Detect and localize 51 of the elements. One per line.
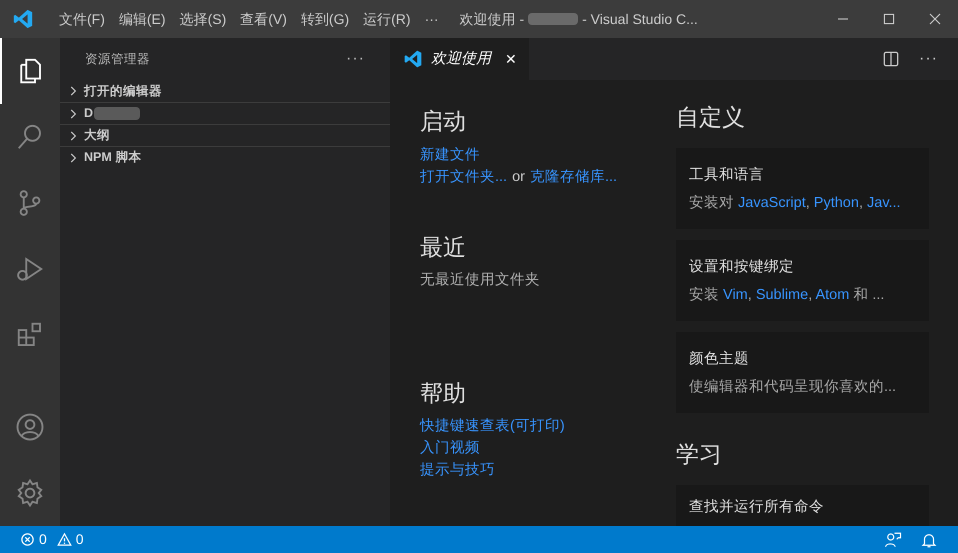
- menu-item[interactable]: 文件(F): [52, 8, 112, 30]
- window-title: 欢迎使用 -: [460, 10, 524, 28]
- more-actions-button[interactable]: ···: [346, 47, 365, 71]
- warning-icon[interactable]: [56, 532, 72, 547]
- menu-item[interactable]: ···: [418, 8, 446, 30]
- settings-icon[interactable]: [15, 478, 45, 508]
- section-header[interactable]: 打开的编辑器: [60, 80, 390, 102]
- more-actions-button[interactable]: ···: [919, 47, 938, 71]
- link[interactable]: 打开文件夹...: [420, 166, 508, 188]
- section-header[interactable]: NPM 脚本: [60, 146, 390, 168]
- app-logo-icon[interactable]: [12, 8, 34, 30]
- problems-status[interactable]: 0 0: [20, 529, 84, 550]
- error-icon[interactable]: [20, 532, 35, 547]
- section-heading: 学习: [676, 440, 723, 469]
- link[interactable]: 入门视频: [420, 437, 480, 459]
- card-description: 安装 Vim, Sublime, Atom 和 ...: [689, 286, 886, 305]
- card-description: 使编辑器和代码呈现你喜欢的...: [689, 378, 898, 397]
- section-header[interactable]: 大纲: [60, 124, 390, 146]
- menu-item[interactable]: 编辑(E): [112, 8, 173, 30]
- menu-item[interactable]: 转到(G): [294, 8, 356, 30]
- card-title: 查找并运行所有命令: [689, 498, 825, 517]
- section-heading: 自定义: [676, 103, 746, 132]
- link[interactable]: 克隆存储库...: [530, 166, 618, 188]
- card-title: 工具和语言: [689, 166, 765, 185]
- account-icon[interactable]: [15, 412, 45, 442]
- card[interactable]: 工具和语言 安装对 JavaScript, Python, Jav...: [676, 148, 929, 229]
- card[interactable]: 设置和按键绑定 安装 Vim, Sublime, Atom 和 ...: [676, 240, 929, 321]
- section-heading: 启动: [420, 107, 467, 136]
- section-heading: 最近: [420, 233, 467, 262]
- link[interactable]: 快捷键速查表(可打印): [420, 415, 565, 437]
- link[interactable]: 新建文件: [420, 147, 480, 163]
- card[interactable]: 颜色主题 使编辑器和代码呈现你喜欢的...: [676, 332, 929, 413]
- split-editor-icon[interactable]: [881, 49, 902, 69]
- menu-item[interactable]: 查看(V): [233, 8, 294, 30]
- link-separator: or: [512, 168, 525, 187]
- menu-item[interactable]: 选择(S): [172, 8, 234, 30]
- sidebar-title: 资源管理器: [85, 50, 150, 68]
- menu-item[interactable]: 运行(R): [356, 8, 418, 30]
- feedback-icon[interactable]: [884, 530, 902, 548]
- editor-tab[interactable]: 欢迎使用 ✕: [391, 38, 529, 80]
- app-logo-icon: [403, 49, 423, 69]
- card-description: 安装对 JavaScript, Python, Jav...: [689, 194, 902, 213]
- link[interactable]: 提示与技巧: [420, 459, 495, 481]
- card-title: 颜色主题: [689, 350, 750, 369]
- empty-recent-text: 无最近使用文件夹: [420, 271, 541, 290]
- card[interactable]: 查找并运行所有命令: [676, 485, 929, 526]
- section-header[interactable]: D: [60, 102, 390, 124]
- card-title: 设置和按键绑定: [689, 258, 795, 277]
- close-tab-button[interactable]: ✕: [505, 48, 517, 70]
- section-heading: 帮助: [420, 379, 467, 408]
- window-title: - Visual Studio C...: [582, 10, 698, 28]
